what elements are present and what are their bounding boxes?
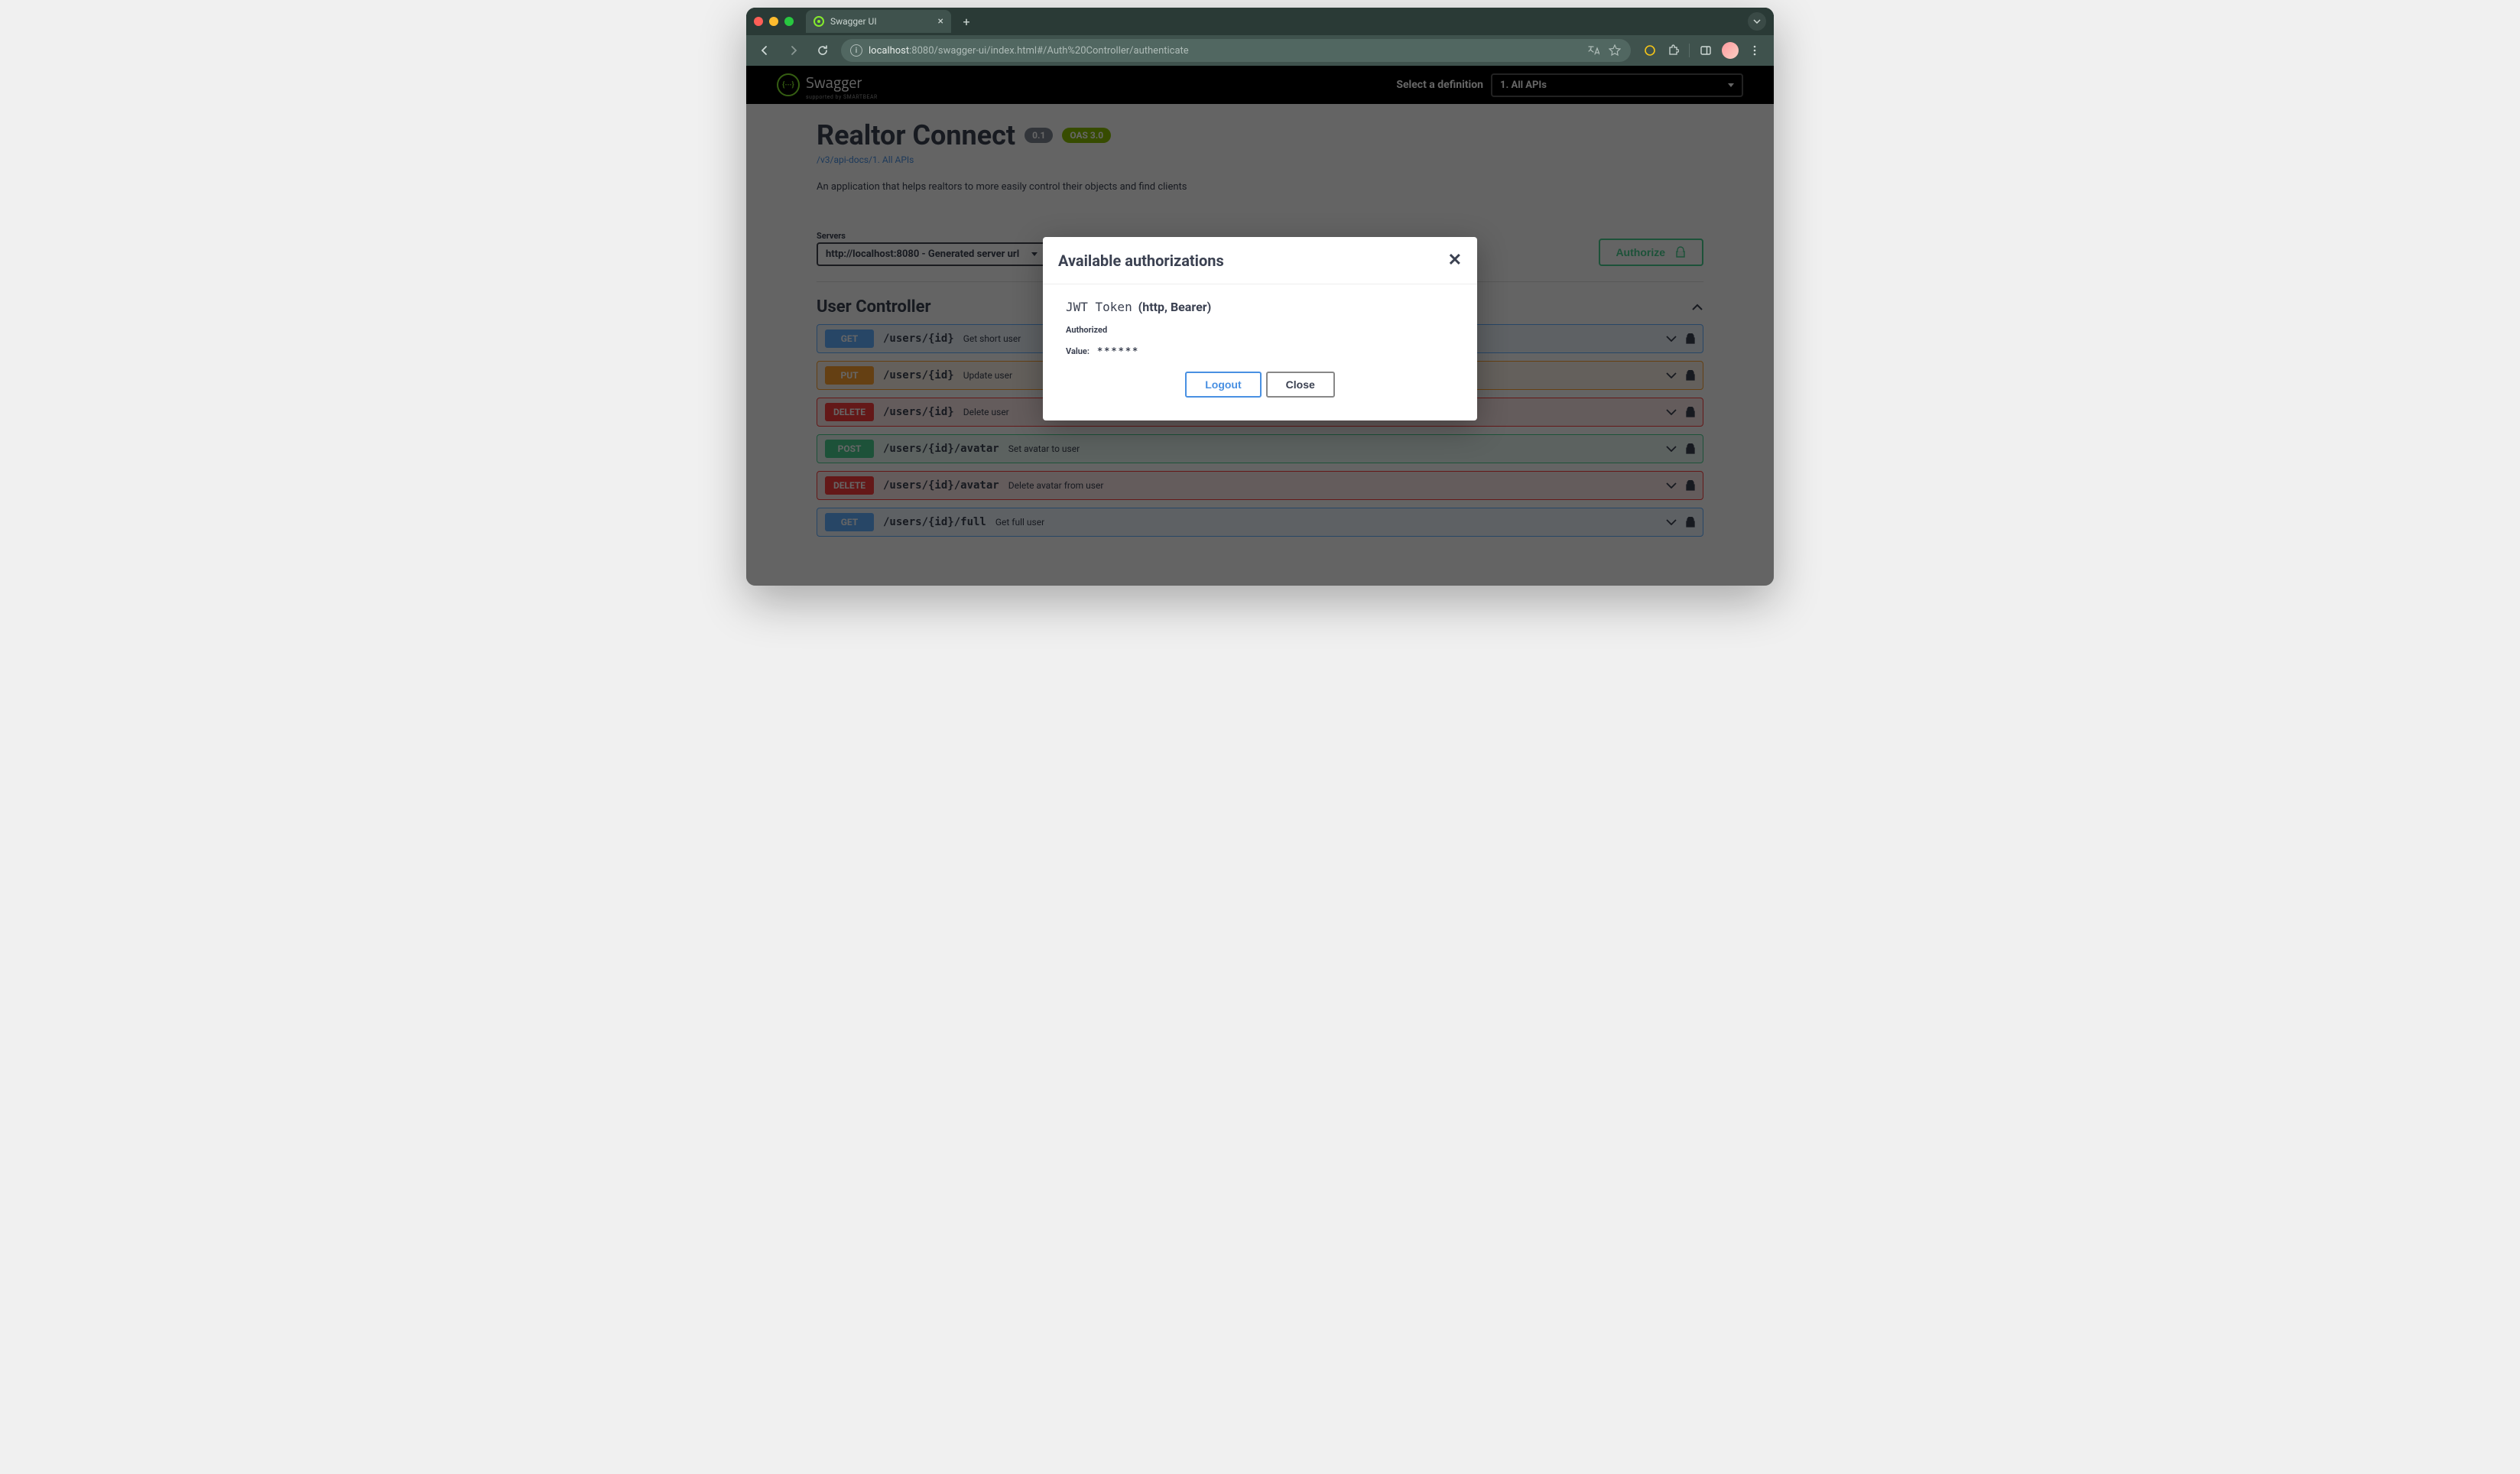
auth-value: ****** [1097, 346, 1139, 356]
site-info-icon[interactable]: i [850, 44, 862, 57]
browser-menu-icon[interactable] [1748, 44, 1762, 57]
window-controls[interactable] [754, 17, 800, 26]
modal-close-button[interactable]: ✕ [1448, 251, 1462, 270]
forward-button[interactable] [783, 40, 804, 61]
url-text: localhost:8080/swagger-ui/index.html#/Au… [869, 45, 1189, 57]
tab-title: Swagger UI [830, 16, 877, 27]
side-panel-icon[interactable] [1699, 44, 1713, 57]
minimize-window-icon[interactable] [769, 17, 778, 26]
tab-list-button[interactable] [1748, 12, 1766, 31]
maximize-window-icon[interactable] [784, 17, 794, 26]
extension-icon[interactable] [1643, 44, 1657, 57]
back-button[interactable] [754, 40, 775, 61]
close-button[interactable]: Close [1266, 372, 1335, 398]
reload-button[interactable] [812, 40, 833, 61]
separator [1689, 44, 1690, 57]
auth-modal: Available authorizations ✕ JWT Token (ht… [1043, 237, 1477, 420]
new-tab-button[interactable]: + [957, 12, 976, 31]
address-bar[interactable]: i localhost:8080/swagger-ui/index.html#/… [841, 39, 1631, 62]
close-window-icon[interactable] [754, 17, 763, 26]
auth-status: Authorized [1066, 325, 1454, 335]
close-tab-icon[interactable]: × [938, 15, 943, 28]
auth-value-row: Value: ****** [1066, 346, 1454, 356]
swagger-favicon-icon [813, 16, 824, 27]
bookmark-star-icon[interactable] [1608, 44, 1622, 57]
browser-tab[interactable]: Swagger UI × [806, 10, 951, 33]
auth-scheme-name: JWT Token (http, Bearer) [1066, 300, 1454, 314]
profile-avatar[interactable] [1722, 42, 1739, 59]
translate-icon[interactable] [1586, 44, 1600, 57]
modal-title: Available authorizations [1058, 252, 1224, 270]
logout-button[interactable]: Logout [1185, 372, 1261, 398]
auth-value-label: Value: [1066, 346, 1090, 356]
extensions-puzzle-icon[interactable] [1666, 44, 1680, 57]
